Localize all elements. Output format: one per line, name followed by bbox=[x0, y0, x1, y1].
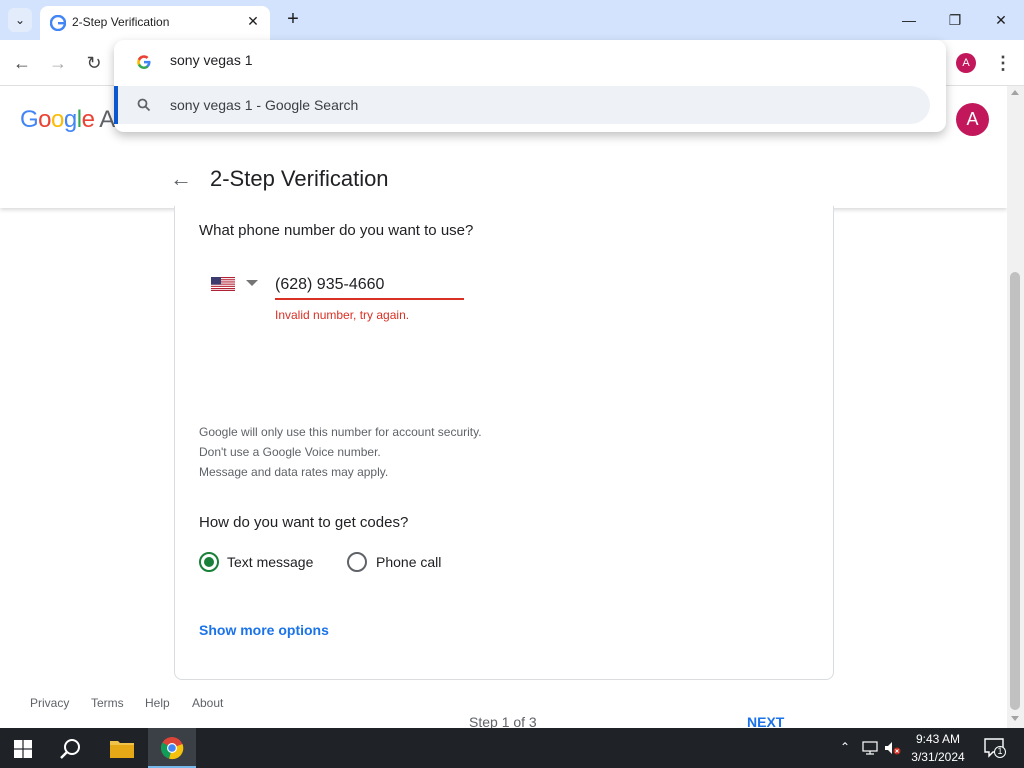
tab-title: 2-Step Verification bbox=[72, 15, 170, 29]
omnibox-input[interactable]: sony vegas 1 bbox=[170, 52, 253, 68]
country-dropdown-icon[interactable] bbox=[246, 280, 258, 286]
profile-avatar-button[interactable]: A bbox=[956, 53, 976, 73]
network-icon[interactable] bbox=[862, 741, 878, 755]
chevron-down-icon: ⌄ bbox=[14, 13, 26, 27]
search-icon bbox=[137, 98, 151, 112]
new-tab-button[interactable]: + bbox=[282, 8, 304, 30]
show-more-options-link[interactable]: Show more options bbox=[199, 622, 329, 638]
phone-call-label[interactable]: Phone call bbox=[376, 554, 441, 570]
scroll-down-icon[interactable] bbox=[1011, 716, 1019, 721]
verification-card: What phone number do you want to use? In… bbox=[174, 206, 834, 728]
clock-time[interactable]: 9:43 AM bbox=[900, 732, 976, 746]
back-arrow-icon[interactable]: ← bbox=[170, 166, 192, 192]
security-note: Google will only use this number for acc… bbox=[199, 425, 482, 439]
page-content: Google A A ← 2-Step Verification What ph… bbox=[0, 86, 1007, 728]
clock-date[interactable]: 3/31/2024 bbox=[900, 750, 976, 764]
file-explorer-icon[interactable] bbox=[110, 738, 134, 758]
suggestion-text: sony vegas 1 - Google Search bbox=[170, 97, 359, 113]
phone-question: What phone number do you want to use? bbox=[199, 222, 474, 239]
google-g-icon bbox=[137, 55, 151, 69]
browser-tab[interactable]: 2-Step Verification ✕ bbox=[40, 6, 270, 40]
suggestion-highlight-bar bbox=[114, 86, 118, 124]
more-menu-icon[interactable]: ⋮ bbox=[994, 50, 1012, 76]
page-title: 2-Step Verification bbox=[210, 166, 389, 191]
phone-call-radio[interactable] bbox=[347, 552, 367, 572]
tab-close-icon[interactable]: ✕ bbox=[244, 12, 262, 30]
codes-question: How do you want to get codes? bbox=[199, 514, 409, 531]
chrome-taskbar-button[interactable] bbox=[148, 728, 196, 768]
us-flag-icon[interactable] bbox=[211, 277, 235, 291]
footer-terms-link[interactable]: Terms bbox=[91, 696, 124, 710]
forward-button[interactable]: → bbox=[45, 50, 71, 76]
rates-note: Message and data rates may apply. bbox=[199, 465, 389, 479]
footer-privacy-link[interactable]: Privacy bbox=[30, 696, 69, 710]
voice-note: Don't use a Google Voice number. bbox=[199, 445, 381, 459]
tab-search-button[interactable]: ⌄ bbox=[8, 8, 32, 32]
tray-expand-icon[interactable]: ⌃ bbox=[840, 740, 850, 754]
omnibox-dropdown: sony vegas 1 sony vegas 1 - Google Searc… bbox=[114, 40, 946, 132]
minimize-button[interactable]: — bbox=[896, 8, 922, 32]
windows-taskbar: ⌃ 9:43 AM 3/31/2024 1 bbox=[0, 728, 1024, 768]
account-avatar[interactable]: A bbox=[956, 103, 989, 136]
back-button[interactable]: ← bbox=[9, 50, 35, 76]
text-message-label[interactable]: Text message bbox=[227, 554, 313, 570]
scroll-thumb[interactable] bbox=[1010, 272, 1020, 710]
reload-button[interactable]: ↻ bbox=[81, 50, 107, 76]
footer-about-link[interactable]: About bbox=[192, 696, 223, 710]
window-close-button[interactable]: ✕ bbox=[988, 8, 1014, 32]
notification-center-icon[interactable]: 1 bbox=[984, 738, 1006, 758]
scroll-up-icon[interactable] bbox=[1011, 90, 1019, 95]
browser-title-bar: ⌄ 2-Step Verification ✕ + — ❐ ✕ bbox=[0, 0, 1024, 40]
step-indicator: Step 1 of 3 bbox=[469, 714, 537, 728]
notification-count: 1 bbox=[997, 746, 1003, 756]
google-account-logo[interactable]: Google A bbox=[20, 106, 115, 134]
restore-button[interactable]: ❐ bbox=[942, 8, 968, 32]
page-scrollbar[interactable] bbox=[1007, 86, 1024, 728]
google-favicon-icon bbox=[50, 15, 66, 31]
search-suggestion[interactable]: sony vegas 1 - Google Search bbox=[114, 86, 930, 124]
phone-number-input[interactable] bbox=[275, 266, 464, 300]
windows-start-icon[interactable] bbox=[14, 740, 32, 758]
chrome-icon bbox=[161, 737, 184, 760]
text-message-radio[interactable] bbox=[199, 552, 219, 572]
phone-error-message: Invalid number, try again. bbox=[275, 308, 410, 322]
footer-help-link[interactable]: Help bbox=[145, 696, 170, 710]
taskbar-search-icon[interactable] bbox=[58, 736, 84, 762]
next-button[interactable]: NEXT bbox=[747, 714, 784, 728]
